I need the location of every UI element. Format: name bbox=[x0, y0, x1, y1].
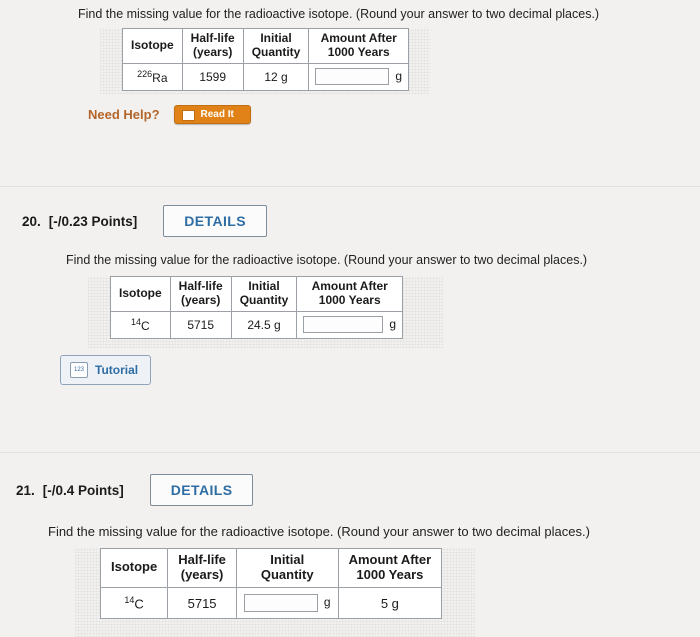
question-20-number: 20. bbox=[22, 213, 41, 229]
question-20-table-wrap: Isotope Half-life (years) Initial Quanti… bbox=[110, 276, 404, 339]
need-help-row-19: Need Help? Read It bbox=[88, 105, 251, 124]
table-header-row: Isotope Half-life (years) Initial Quanti… bbox=[110, 276, 404, 312]
answer-input-21[interactable] bbox=[243, 594, 318, 613]
cell-amount-after: 5 g bbox=[337, 586, 443, 620]
isotope-table-19: Isotope Half-life (years) Initial Quanti… bbox=[122, 28, 410, 91]
cell-half-life: 1599 bbox=[181, 62, 244, 91]
answer-unit-19: g bbox=[395, 68, 403, 83]
section-divider-1 bbox=[0, 186, 700, 187]
cell-amount-after: g bbox=[296, 310, 404, 339]
tutorial-button-label: Tutorial bbox=[95, 363, 139, 377]
assignment-page: Find the missing value for the radioacti… bbox=[0, 0, 700, 637]
header-amount-after: Amount After 1000 Years bbox=[308, 28, 410, 64]
question-20-prompt-row: Find the missing value for the radioacti… bbox=[66, 252, 587, 268]
cell-isotope: 226Ra bbox=[122, 62, 183, 91]
table-row: 226Ra 1599 12 g g bbox=[122, 62, 410, 91]
cell-amount-after: g bbox=[308, 62, 410, 91]
tutorial-icon: 123 bbox=[70, 362, 88, 378]
question-21-points: [-/0.4 Points] bbox=[42, 482, 124, 498]
header-half-life: Half-life (years) bbox=[169, 276, 232, 312]
header-amount-after: Amount After 1000 Years bbox=[337, 548, 443, 588]
details-button-20[interactable]: DETAILS bbox=[163, 205, 267, 237]
question-19-prompt: Find the missing value for the radioacti… bbox=[78, 7, 600, 21]
header-isotope: Isotope bbox=[122, 28, 183, 64]
answer-unit-21: g bbox=[323, 595, 331, 610]
cell-isotope: 14C bbox=[110, 310, 171, 339]
header-isotope: Isotope bbox=[99, 548, 169, 588]
section-divider-2 bbox=[0, 452, 700, 453]
question-19-prompt-row: Find the missing value for the radioacti… bbox=[78, 6, 599, 22]
table-header-row: Isotope Half-life (years) Initial Quanti… bbox=[99, 548, 443, 588]
question-21-table-wrap: Isotope Half-life (years) Initial Quanti… bbox=[99, 548, 443, 620]
tutorial-button[interactable]: 123 Tutorial bbox=[60, 355, 152, 385]
cell-initial-quantity: 24.5 g bbox=[230, 310, 298, 339]
table-row: 14C 5715 24.5 g g bbox=[110, 310, 404, 339]
header-initial-quantity: Initial Quantity bbox=[230, 276, 298, 312]
isotope-table-21: Isotope Half-life (years) Initial Quanti… bbox=[99, 548, 443, 620]
question-20-points: [-/0.23 Points] bbox=[48, 213, 138, 229]
header-half-life: Half-life (years) bbox=[167, 548, 237, 588]
question-21-number: 21. bbox=[16, 482, 35, 498]
question-19-table-wrap: Isotope Half-life (years) Initial Quanti… bbox=[122, 28, 410, 91]
table-header-row: Isotope Half-life (years) Initial Quanti… bbox=[122, 28, 410, 64]
table-row: 14C 5715 g 5 g bbox=[99, 586, 443, 620]
cell-initial-quantity: g bbox=[235, 586, 339, 620]
isotope-table-20: Isotope Half-life (years) Initial Quanti… bbox=[110, 276, 404, 339]
answer-input-20[interactable] bbox=[303, 316, 384, 334]
header-initial-quantity: Initial Quantity bbox=[242, 28, 310, 64]
question-21-prompt: Find the missing value for the radioacti… bbox=[48, 524, 590, 539]
header-isotope: Isotope bbox=[110, 276, 171, 312]
header-initial-quantity: Initial Quantity bbox=[235, 548, 339, 588]
answer-unit-20: g bbox=[389, 316, 397, 331]
cell-half-life: 5715 bbox=[169, 310, 232, 339]
need-help-label: Need Help? bbox=[88, 107, 160, 122]
cell-half-life: 5715 bbox=[167, 586, 237, 620]
question-20-header: 20. [-/0.23 Points] DETAILS bbox=[22, 205, 267, 237]
tutorial-row-20: 123 Tutorial bbox=[60, 355, 152, 385]
details-button-21[interactable]: DETAILS bbox=[149, 474, 254, 506]
question-20-prompt: Find the missing value for the radioacti… bbox=[66, 253, 588, 267]
question-21-prompt-row: Find the missing value for the radioacti… bbox=[48, 524, 590, 541]
read-it-button[interactable]: Read It bbox=[173, 105, 251, 124]
answer-input-19[interactable] bbox=[315, 68, 390, 86]
header-amount-after: Amount After 1000 Years bbox=[296, 276, 404, 312]
question-21-header: 21. [-/0.4 Points] DETAILS bbox=[16, 474, 254, 506]
header-half-life: Half-life (years) bbox=[181, 28, 244, 64]
cell-initial-quantity: 12 g bbox=[242, 62, 310, 91]
cell-isotope: 14C bbox=[99, 586, 169, 620]
